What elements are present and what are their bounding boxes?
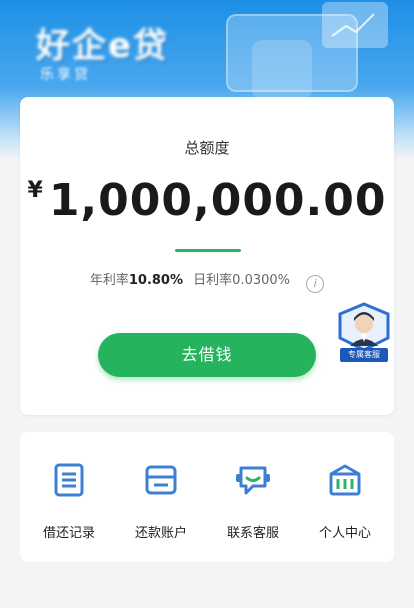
currency-symbol: ¥ [27, 178, 43, 203]
chat-icon [236, 466, 270, 495]
daily-rate-label: 日利率 [193, 273, 233, 288]
annual-rate-label: 年利率 [89, 273, 129, 288]
agent-label: 专属客服 [340, 348, 388, 362]
shortcut-records[interactable]: 借还记录 [24, 462, 114, 542]
green-divider [175, 249, 241, 252]
annual-rate-value: 10.80% [128, 273, 184, 288]
shortcut-label: 借还记录 [42, 526, 95, 541]
shortcut-personal-center[interactable]: 个人中心 [300, 462, 390, 542]
app-logo-subtitle: 乐享贷 [40, 67, 91, 83]
shortcut-grid: 借还记录 还款账户 联系客服 个人中心 [20, 432, 394, 562]
card-icon [145, 465, 177, 495]
shortcut-repay-account[interactable]: 还款账户 [116, 462, 206, 542]
agent-avatar-icon [338, 302, 390, 352]
shortcut-label: 还款账户 [134, 526, 187, 541]
bank-icon [329, 464, 361, 496]
shortcut-label: 联系客服 [226, 526, 279, 541]
credit-amount: ¥1,000,000.00 [20, 175, 394, 226]
shortcut-label: 个人中心 [318, 526, 371, 541]
app-logo-title: 好企e贷 [36, 26, 170, 66]
exclusive-agent-button[interactable]: 专属客服 [334, 302, 394, 368]
records-icon [54, 463, 84, 497]
daily-rate-value: 0.0300% [232, 273, 291, 288]
info-icon[interactable]: i [306, 275, 325, 293]
chart-illustration [322, 2, 388, 48]
rate-line: 年利率10.80% 日利率0.0300% i [20, 269, 394, 293]
credit-amount-value: 1,000,000.00 [48, 175, 387, 226]
total-credit-label: 总额度 [184, 139, 230, 157]
borrow-button[interactable]: 去借钱 [98, 333, 316, 377]
shortcut-contact-service[interactable]: 联系客服 [208, 462, 298, 542]
